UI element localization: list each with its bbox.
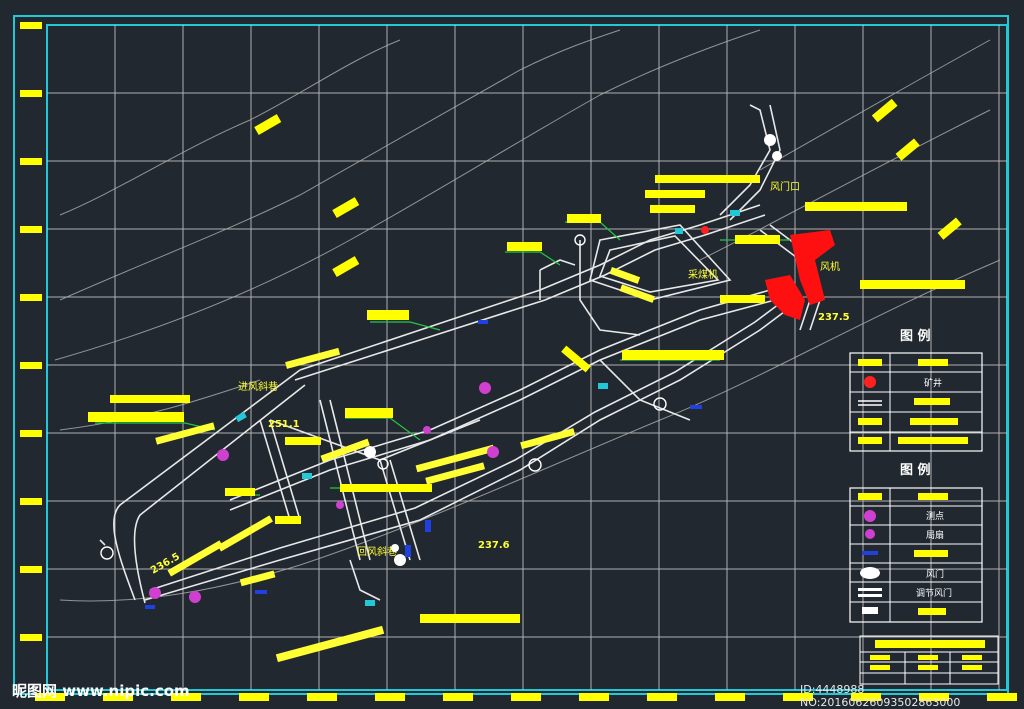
mine-ventilation-diagram: 251.1 237.5 237.6 236.5 进风斜巷 回风斜巷 采煤机 风门… — [0, 0, 1024, 709]
legend-bottom-row: 风门 — [926, 568, 944, 580]
border-tick — [20, 430, 42, 437]
intake-shaft-label: 进风斜巷 — [238, 380, 278, 393]
elevation-label: 237.6 — [478, 540, 510, 551]
fan-label: 风机 — [820, 260, 840, 273]
border-tick — [20, 158, 42, 165]
vent-door-label: 风门口 — [770, 180, 800, 193]
border-tick — [20, 226, 42, 233]
legend-bottom-row: 调节风门 — [916, 587, 952, 599]
drawing-background — [0, 0, 1024, 709]
border-tick — [647, 693, 677, 701]
border-tick — [307, 693, 337, 701]
border-tick — [511, 693, 541, 701]
border-tick — [20, 294, 42, 301]
elevation-label: 237.5 — [818, 312, 850, 323]
border-tick — [20, 90, 42, 97]
return-shaft-label: 回风斜巷 — [357, 545, 397, 558]
legend-top-row: 矿井 — [924, 377, 942, 389]
watermark-right: ID:4448988 NO:20160626093502863000 — [800, 683, 961, 709]
watermark-left: 昵图网 www.nipic.com — [12, 682, 190, 700]
elevation-label: 251.1 — [268, 419, 300, 430]
border-tick — [579, 693, 609, 701]
legend-bottom-row: 局扇 — [926, 529, 944, 541]
border-tick — [375, 693, 405, 701]
border-tick — [239, 693, 269, 701]
border-tick — [20, 362, 42, 369]
border-tick — [715, 693, 745, 701]
legend-bottom-title: 图 例 — [900, 462, 931, 478]
legend-bottom-row: 测点 — [926, 511, 944, 522]
border-tick — [443, 693, 473, 701]
legend-top-title: 图 例 — [900, 328, 931, 344]
border-tick — [20, 566, 42, 573]
shearer-label: 采煤机 — [688, 268, 718, 281]
border-tick — [20, 22, 42, 29]
border-tick — [20, 498, 42, 505]
border-tick — [20, 634, 42, 641]
